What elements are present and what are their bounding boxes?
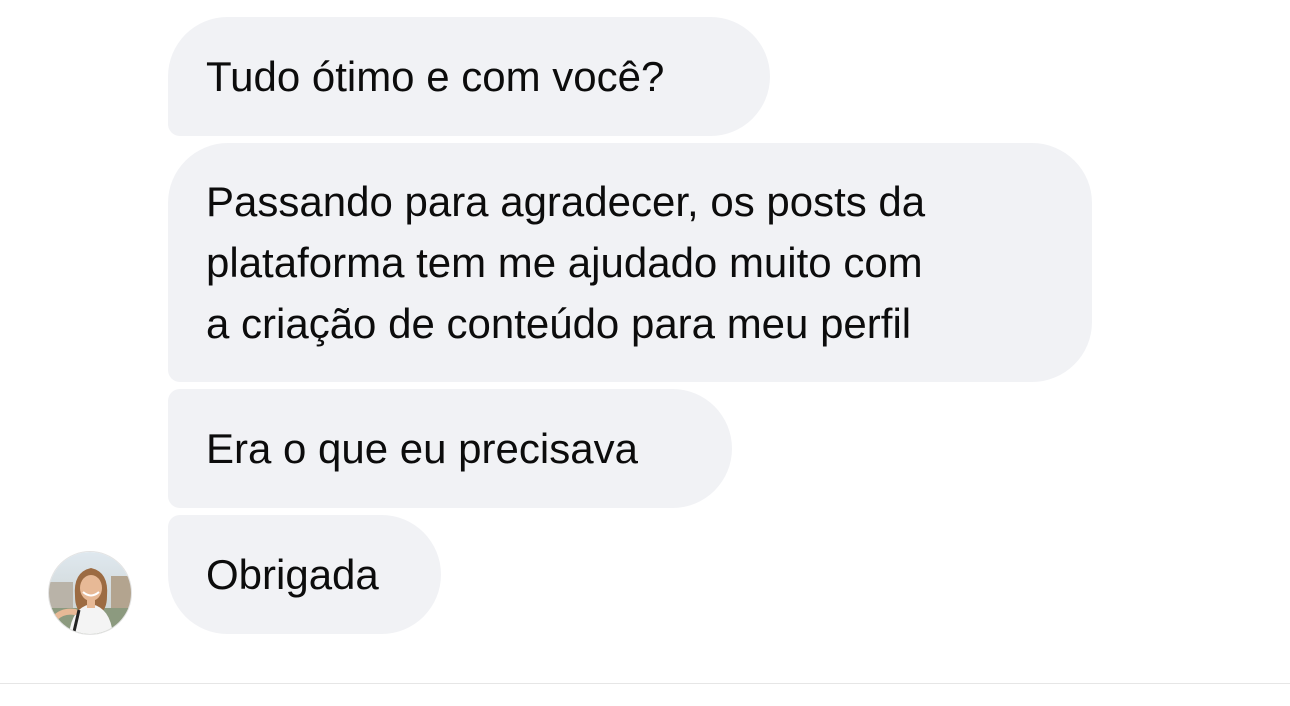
message-thread: Tudo ótimo e com você? Passando para agr… <box>0 0 1290 706</box>
sender-avatar[interactable] <box>48 551 132 635</box>
message-bubble[interactable]: Tudo ótimo e com você? <box>168 17 770 136</box>
message-text: Passando para agradecer, os posts da pla… <box>206 178 926 347</box>
user-avatar-photo-icon <box>49 552 131 634</box>
message-text: Era o que eu precisava <box>206 425 638 472</box>
message-text: Obrigada <box>206 551 379 598</box>
divider <box>0 683 1290 684</box>
message-text: Tudo ótimo e com você? <box>206 53 665 100</box>
message-bubble[interactable]: Passando para agradecer, os posts da pla… <box>168 143 1092 382</box>
message-bubble[interactable]: Era o que eu precisava <box>168 389 732 508</box>
message-bubble[interactable]: Obrigada <box>168 515 441 634</box>
